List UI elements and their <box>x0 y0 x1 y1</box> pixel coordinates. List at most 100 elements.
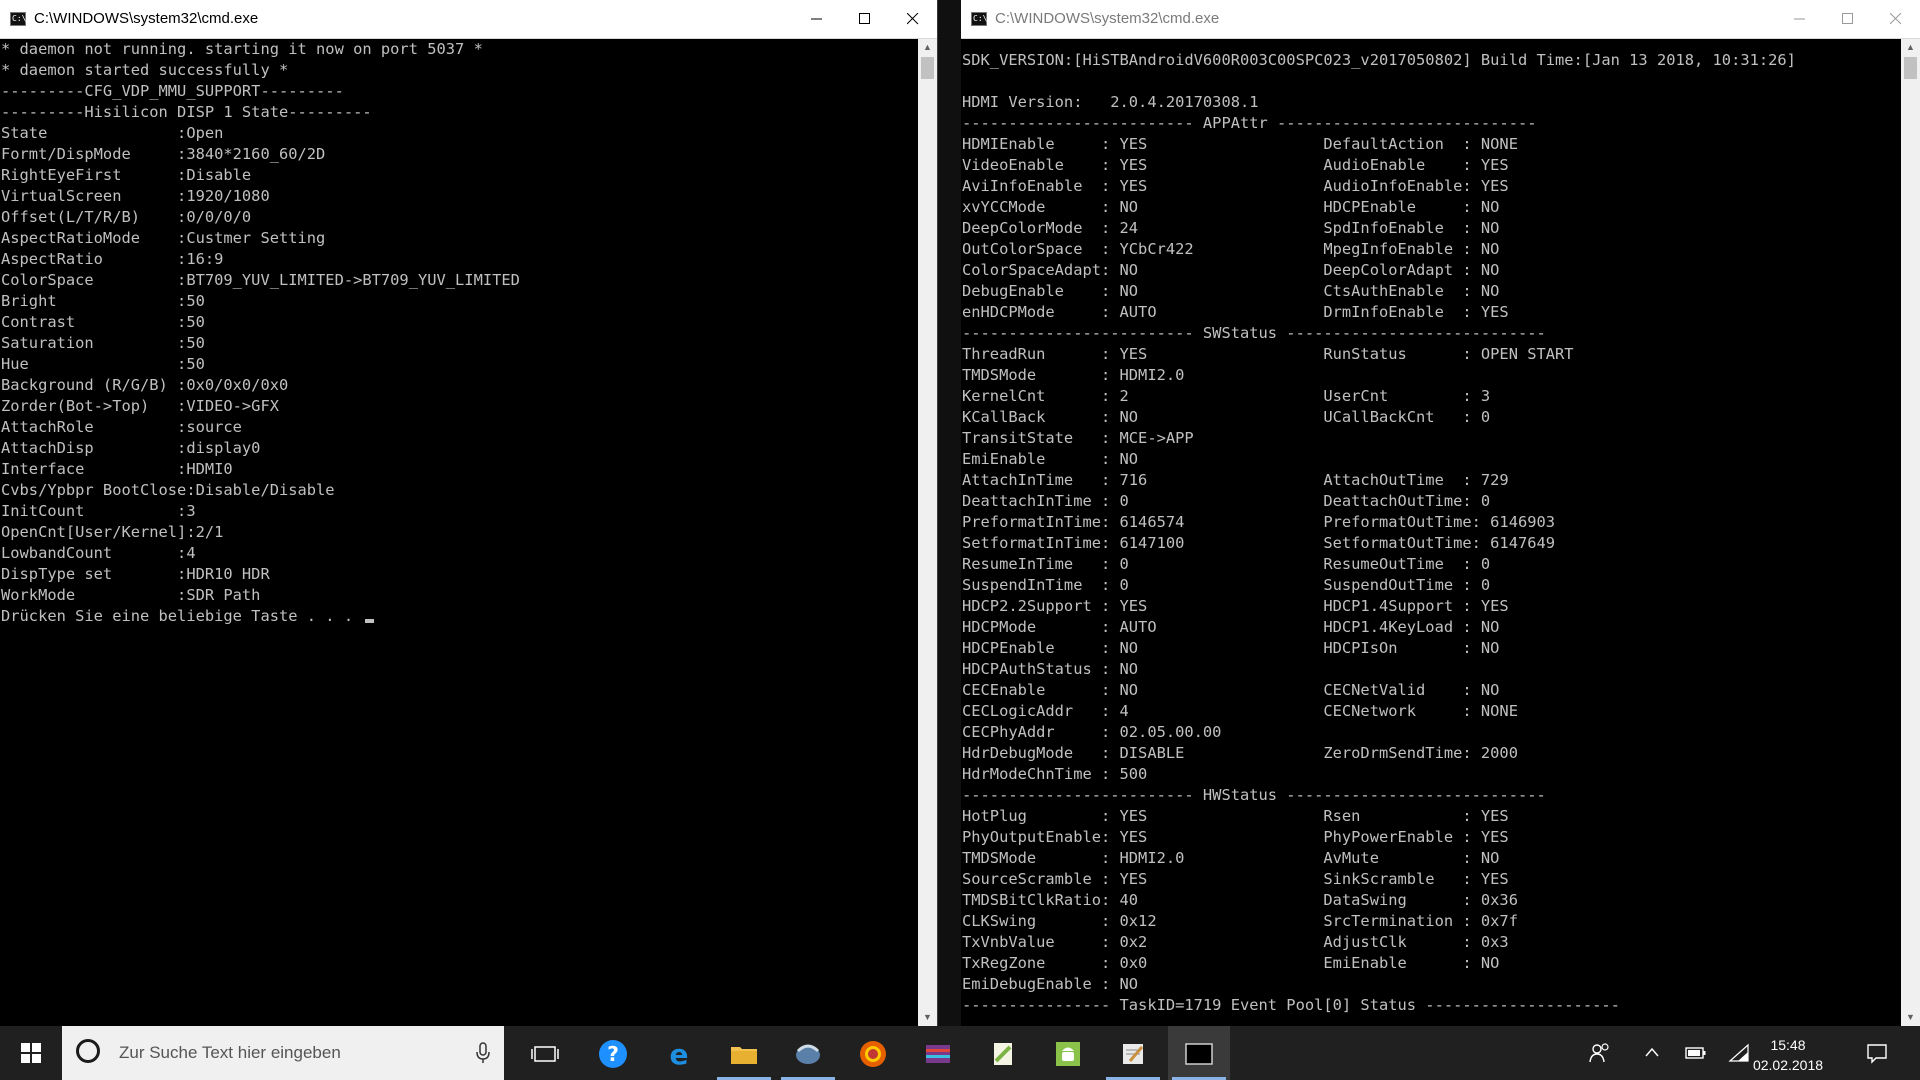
notepadpp-app-button[interactable] <box>972 1026 1034 1080</box>
console-line: SuspendInTime : 0 SuspendOutTime : 0 <box>962 576 1491 594</box>
task-view-button[interactable] <box>514 1026 576 1080</box>
folder-icon <box>731 1047 757 1064</box>
close-icon <box>1890 13 1902 25</box>
android-icon <box>1056 1042 1080 1066</box>
console-line: Formt/DispMode :3840*2160_60/2D <box>1 145 326 163</box>
console-line: TxRegZone : 0x0 EmiEnable : NO <box>962 954 1500 972</box>
title-bar[interactable]: C:\ C:\WINDOWS\system32\cmd.exe <box>961 0 1920 39</box>
console-line: TransitState : MCE->APP <box>962 429 1194 447</box>
console-line: * daemon not running. starting it now on… <box>1 40 483 58</box>
firefox-icon <box>860 1041 886 1067</box>
minimize-button[interactable] <box>1776 0 1824 38</box>
console-line: AspectRatioMode :Custmer Setting <box>1 229 326 247</box>
console-line: KernelCnt : 2 UserCnt : 3 <box>962 387 1491 405</box>
cortana-icon[interactable] <box>76 1039 100 1063</box>
scroll-up-arrow-icon[interactable]: ▲ <box>1901 39 1920 56</box>
console-line: CLKSwing : 0x12 SrcTermination : 0x7f <box>962 912 1518 930</box>
cmd-app-button[interactable] <box>1168 1026 1230 1080</box>
console-output[interactable]: * daemon not running. starting it now on… <box>0 39 917 1026</box>
cmd-window-right[interactable]: C:\ C:\WINDOWS\system32\cmd.exe SDK_VERS… <box>961 0 1920 1026</box>
console-line: SDK_VERSION:[HiSTBAndroidV600R003C00SPC0… <box>962 51 1796 69</box>
console-line: RightEyeFirst :Disable <box>1 166 252 184</box>
console-line: OpenCnt[User/Kernel]:2/1 <box>1 523 224 541</box>
console-line: ---------------- TaskID=1719 Event Pool[… <box>962 996 1620 1014</box>
start-button[interactable] <box>0 1026 62 1080</box>
console-line: HdrDebugMode : DISABLE ZeroDrmSendTime: … <box>962 744 1518 762</box>
console-line: ---------Hisilicon DISP 1 State--------- <box>1 103 372 121</box>
window-title: C:\WINDOWS\system32\cmd.exe <box>34 10 259 27</box>
help-app-button[interactable]: ? <box>582 1026 644 1080</box>
close-button[interactable] <box>1872 0 1920 38</box>
edge-app-button[interactable]: e <box>648 1026 710 1080</box>
outlook-app-button[interactable] <box>777 1026 839 1080</box>
scroll-down-arrow-icon[interactable]: ▼ <box>1901 1009 1920 1026</box>
console-line: AttachRole :source <box>1 418 242 436</box>
console-line: DeepColorMode : 24 SpdInfoEnable : NO <box>962 219 1500 237</box>
clock-date: 02.02.2018 <box>1752 1057 1824 1073</box>
android-studio-app-button[interactable] <box>1037 1026 1099 1080</box>
console-line: VideoEnable : YES AudioEnable : YES <box>962 156 1509 174</box>
taskbar: Zur Suche Text hier eingeben ? e 15:48 0… <box>0 1026 1920 1080</box>
console-line: EmiEnable : NO <box>962 450 1139 468</box>
console-line: ThreadRun : YES RunStatus : OPEN START <box>962 345 1574 363</box>
console-line: Bright :50 <box>1 292 205 310</box>
maximize-button[interactable] <box>1824 0 1872 38</box>
console-line: CECLogicAddr : 4 CECNetwork : NONE <box>962 702 1518 720</box>
battery-icon[interactable] <box>1685 1045 1707 1061</box>
search-box[interactable]: Zur Suche Text hier eingeben <box>62 1026 504 1080</box>
chevron-up-icon[interactable] <box>1645 1046 1659 1060</box>
vertical-scrollbar[interactable]: ▲ ▼ <box>1901 39 1920 1026</box>
console-line: Interface :HDMI0 <box>1 460 233 478</box>
people-icon[interactable] <box>1589 1042 1611 1064</box>
console-line: DeattachInTime : 0 DeattachOutTime: 0 <box>962 492 1491 510</box>
console-line: LowbandCount :4 <box>1 544 196 562</box>
cmd-window-left[interactable]: C:\ C:\WINDOWS\system32\cmd.exe * daemon… <box>0 0 938 1026</box>
scroll-down-arrow-icon[interactable]: ▼ <box>918 1009 937 1026</box>
notifications-icon[interactable] <box>1866 1042 1888 1064</box>
console-line: KCallBack : NO UCallBackCnt : 0 <box>962 408 1491 426</box>
console-line: HDMIEnable : YES DefaultAction : NONE <box>962 135 1518 153</box>
console-line: HotPlug : YES Rsen : YES <box>962 807 1509 825</box>
console-line: CECPhyAddr : 02.05.00.00 <box>962 723 1222 741</box>
console-line: HDCPAuthStatus : NO <box>962 660 1139 678</box>
console-line: ColorSpaceAdapt: NO DeepColorAdapt : NO <box>962 261 1500 279</box>
outlook-icon <box>796 1044 820 1064</box>
vertical-scrollbar[interactable]: ▲ ▼ <box>918 39 937 1026</box>
console-line: SourceScramble : YES SinkScramble : YES <box>962 870 1509 888</box>
clock[interactable]: 15:48 02.02.2018 <box>1742 1035 1834 1075</box>
console-line: AspectRatio :16:9 <box>1 250 224 268</box>
console-prompt-line: Drücken Sie eine beliebige Taste . . . <box>1 606 917 627</box>
firefox-app-button[interactable] <box>842 1026 904 1080</box>
console-line: Cvbs/Ypbpr BootClose:Disable/Disable <box>1 481 335 499</box>
scroll-thumb[interactable] <box>1904 57 1917 79</box>
console-line: PhyOutputEnable: YES PhyPowerEnable : YE… <box>962 828 1509 846</box>
close-button[interactable] <box>889 0 937 38</box>
console-line: ResumeInTime : 0 ResumeOutTime : 0 <box>962 555 1491 573</box>
console-line: TMDSMode : HDMI2.0 <box>962 366 1185 384</box>
scroll-up-arrow-icon[interactable]: ▲ <box>918 39 937 56</box>
text-cursor <box>365 619 375 623</box>
notepad-app-button[interactable] <box>1102 1026 1164 1080</box>
console-line: ------------------------- SWStatus -----… <box>962 324 1546 342</box>
notepadpp-icon <box>994 1043 1012 1065</box>
console-output[interactable]: SDK_VERSION:[HiSTBAndroidV600R003C00SPC0… <box>961 50 1900 1026</box>
minimize-button[interactable] <box>793 0 841 38</box>
maximize-button[interactable] <box>841 0 889 38</box>
microphone-icon[interactable] <box>476 1042 490 1064</box>
file-explorer-app-button[interactable] <box>713 1026 775 1080</box>
console-line: Background (R/G/B) :0x0/0x0/0x0 <box>1 376 289 394</box>
console-prompt: Drücken Sie eine beliebige Taste . . . <box>1 607 363 625</box>
window-title: C:\WINDOWS\system32\cmd.exe <box>995 10 1220 27</box>
title-bar[interactable]: C:\ C:\WINDOWS\system32\cmd.exe <box>0 0 937 39</box>
console-line: HdrModeChnTime : 500 <box>962 765 1148 783</box>
search-placeholder: Zur Suche Text hier eingeben <box>119 1043 341 1062</box>
clock-time: 15:48 <box>1770 1037 1806 1053</box>
cmd-app-icon: C:\ <box>10 12 26 26</box>
media-app-button[interactable] <box>907 1026 969 1080</box>
scroll-thumb[interactable] <box>921 57 934 79</box>
console-line: OutColorSpace : YCbCr422 MpegInfoEnable … <box>962 240 1500 258</box>
console-line: TMDSMode : HDMI2.0 AvMute : NO <box>962 849 1500 867</box>
minimize-icon <box>811 18 822 20</box>
console-line: ---------CFG_VDP_MMU_SUPPORT--------- <box>1 82 344 100</box>
